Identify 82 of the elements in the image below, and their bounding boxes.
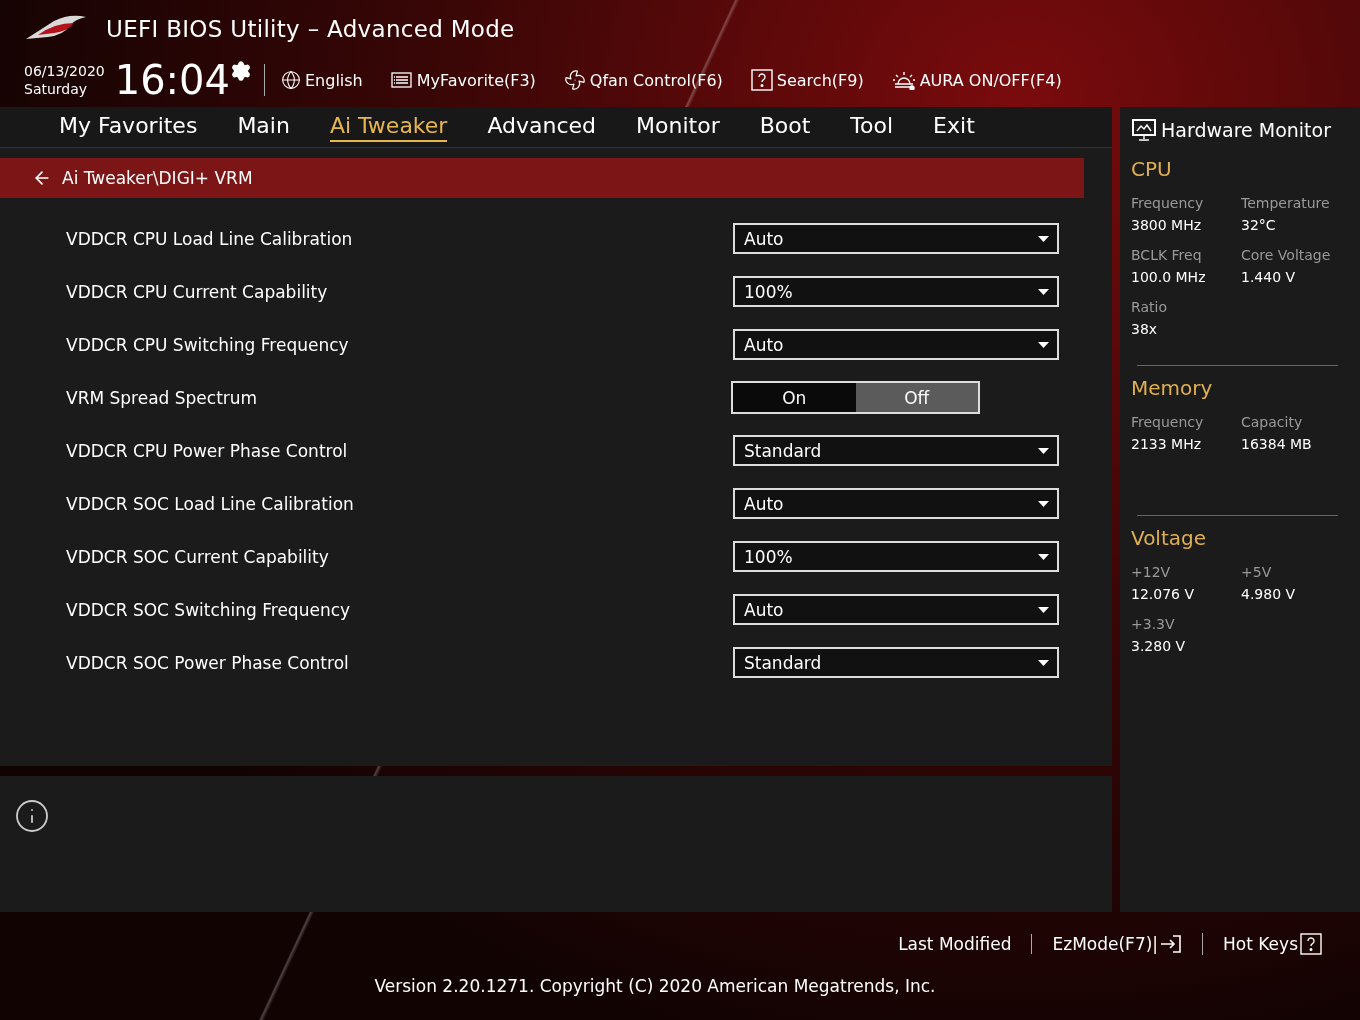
toolbar-button[interactable]: Qfan Control(F6) <box>563 69 723 91</box>
search-icon <box>750 69 773 91</box>
stat-value: 3800 MHz <box>1131 217 1203 233</box>
caret-icon <box>1038 500 1049 507</box>
stat-label: +12V <box>1131 564 1172 580</box>
stat-value: 16384 MB <box>1241 436 1313 452</box>
stat-value: 32°C <box>1241 217 1277 233</box>
stat-label: +5V <box>1241 564 1273 580</box>
menu-tab[interactable]: Tool <box>850 112 894 142</box>
stat-value: 2133 MHz <box>1131 436 1203 452</box>
setting-label: VRM Spread Spectrum <box>66 387 259 408</box>
caret-icon <box>1038 553 1049 560</box>
setting-label: VDDCR SOC Power Phase Control <box>66 652 350 673</box>
setting-label: VDDCR SOC Switching Frequency <box>66 599 352 620</box>
toolbar-button[interactable]: AURA ON/OFF(F4) <box>891 70 1062 90</box>
fan-icon <box>563 69 586 91</box>
stat-label: Capacity <box>1241 414 1304 430</box>
globe-icon <box>281 70 301 90</box>
caret-icon <box>1038 606 1049 613</box>
exit-icon <box>1160 934 1183 954</box>
dropdown[interactable]: 100% <box>733 276 1059 307</box>
menu-tab[interactable]: My Favorites <box>59 112 198 142</box>
clock: 16:04 <box>114 58 230 102</box>
caret-icon <box>1038 235 1049 242</box>
breadcrumb-bar[interactable]: Ai Tweaker\DIGI+ VRM <box>0 158 1084 198</box>
caret-icon <box>1038 447 1049 454</box>
menu-tab[interactable]: Ai Tweaker <box>329 112 448 142</box>
dropdown[interactable]: Auto <box>733 488 1059 519</box>
stat-label: Temperature <box>1241 195 1331 211</box>
stat-label: Core Voltage <box>1241 247 1332 263</box>
stat-label: BCLK Freq <box>1131 247 1203 263</box>
stat-label: +3.3V <box>1131 616 1176 632</box>
setting-label: VDDCR SOC Load Line Calibration <box>66 493 355 514</box>
stat-value: 4.980 V <box>1241 586 1297 602</box>
section-title: CPU <box>1131 157 1173 181</box>
dropdown[interactable]: Auto <box>733 594 1059 625</box>
monitor-icon <box>1131 118 1157 142</box>
section-title: Memory <box>1131 376 1214 400</box>
menu-tab[interactable]: Main <box>237 112 290 142</box>
info-icon <box>14 798 50 834</box>
footer-button[interactable]: EzMode(F7)| <box>1031 934 1203 954</box>
help-icon <box>1300 933 1322 955</box>
light-icon <box>891 70 916 90</box>
setting-label: VDDCR CPU Power Phase Control <box>66 440 349 461</box>
dropdown[interactable]: Standard <box>733 647 1059 678</box>
caret-icon <box>1038 659 1049 666</box>
dropdown[interactable]: 100% <box>733 541 1059 572</box>
stat-value: 12.076 V <box>1131 586 1195 602</box>
setting-label: VDDCR CPU Load Line Calibration <box>66 228 354 249</box>
toolbar-button[interactable]: English <box>281 70 363 90</box>
dropdown[interactable]: Standard <box>733 435 1059 466</box>
stat-label: Frequency <box>1131 195 1205 211</box>
stat-value: 1.440 V <box>1241 269 1297 285</box>
toggle-option[interactable]: Off <box>855 383 978 412</box>
stat-label: Ratio <box>1131 299 1168 315</box>
panel-title: Hardware Monitor <box>1161 119 1331 141</box>
setting-label: VDDCR CPU Switching Frequency <box>66 334 350 355</box>
caret-icon <box>1038 288 1049 295</box>
menu-tab[interactable]: Advanced <box>487 112 597 142</box>
toolbar-button[interactable]: Search(F9) <box>750 69 864 91</box>
caret-icon <box>1038 341 1049 348</box>
stat-value: 100.0 MHz <box>1131 269 1207 285</box>
stat-value: 38x <box>1131 321 1159 337</box>
menu-tab[interactable]: Exit <box>933 112 975 142</box>
dropdown[interactable]: Auto <box>733 329 1059 360</box>
list-icon <box>390 71 413 89</box>
section-title: Voltage <box>1131 526 1208 550</box>
stat-label: Frequency <box>1131 414 1205 430</box>
weekday: Saturday <box>24 80 89 98</box>
footer-button[interactable]: Hot Keys <box>1202 933 1342 955</box>
date: 06/13/2020 <box>24 62 105 80</box>
setting-label: VDDCR CPU Current Capability <box>66 281 329 302</box>
copyright-text: Version 2.20.1271. Copyright (C) 2020 American Megatrends, Inc. <box>374 976 936 996</box>
stat-value: 3.280 V <box>1131 638 1187 654</box>
window-title: UEFI BIOS Utility – Advanced Mode <box>106 16 515 42</box>
menu-tab[interactable]: Boot <box>759 112 811 142</box>
toolbar-button[interactable]: MyFavorite(F3) <box>390 70 536 90</box>
menu-tab[interactable]: Monitor <box>636 112 720 142</box>
settings-icon[interactable] <box>230 60 252 82</box>
setting-label: VDDCR SOC Current Capability <box>66 546 330 567</box>
footer-button[interactable]: Last Modified <box>878 934 1032 954</box>
dropdown[interactable]: Auto <box>733 223 1059 254</box>
